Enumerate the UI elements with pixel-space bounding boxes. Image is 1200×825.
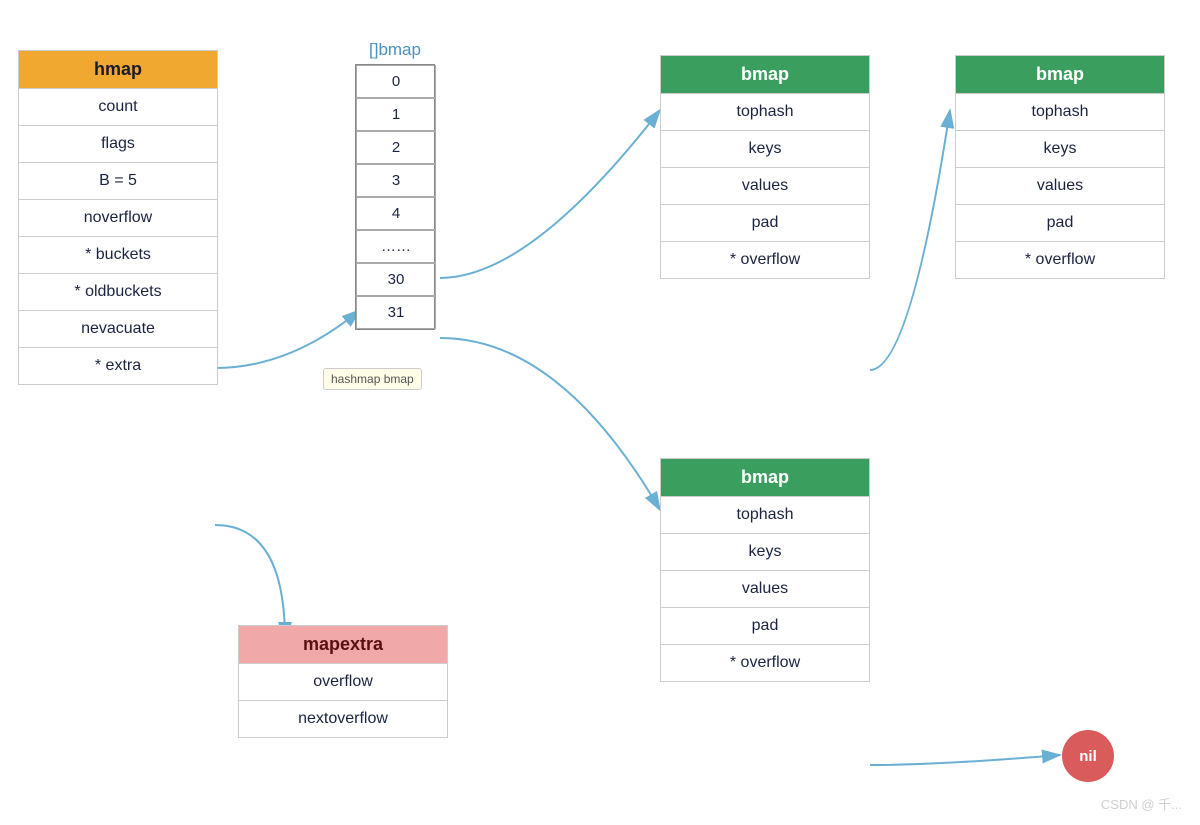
hmap-field-oldbuckets: * oldbuckets xyxy=(19,273,217,310)
hmap-field-extra: * extra xyxy=(19,347,217,384)
bmap1-keys: keys xyxy=(661,130,869,167)
array-row-0: 0 xyxy=(356,65,436,98)
bmap1-box: bmap tophash keys values pad * overflow xyxy=(660,55,870,279)
bmap1-values: values xyxy=(661,167,869,204)
mapextra-overflow: overflow xyxy=(239,663,447,700)
diagram-container: hmap count flags B = 5 noverflow * bucke… xyxy=(0,0,1200,825)
bmap3-tophash: tophash xyxy=(661,496,869,533)
bmap3-values: values xyxy=(661,570,869,607)
array-row-1: 1 xyxy=(356,98,436,131)
bmap2-keys: keys xyxy=(956,130,1164,167)
watermark: CSDN @ 千... xyxy=(1101,794,1182,813)
bmap-array-container: []bmap 0 1 2 3 4 …… 30 31 xyxy=(355,40,435,330)
bmap3-header: bmap xyxy=(661,459,869,496)
bmap3-overflow: * overflow xyxy=(661,644,869,681)
mapextra-nextoverflow: nextoverflow xyxy=(239,700,447,737)
bmap2-overflow: * overflow xyxy=(956,241,1164,278)
hmap-field-flags: flags xyxy=(19,125,217,162)
bmap3-pad: pad xyxy=(661,607,869,644)
hmap-box: hmap count flags B = 5 noverflow * bucke… xyxy=(18,50,218,385)
bmap1-header: bmap xyxy=(661,56,869,93)
bmap2-values: values xyxy=(956,167,1164,204)
tooltip-box: hashmap bmap xyxy=(323,368,422,390)
array-row-2: 2 xyxy=(356,131,436,164)
hmap-field-buckets: * buckets xyxy=(19,236,217,273)
bmap1-tophash: tophash xyxy=(661,93,869,130)
bmap-array-title: []bmap xyxy=(355,40,435,60)
mapextra-header: mapextra xyxy=(239,626,447,663)
bmap1-pad: pad xyxy=(661,204,869,241)
array-row-30: 30 xyxy=(356,263,436,296)
bmap3-box: bmap tophash keys values pad * overflow xyxy=(660,458,870,682)
bmap2-pad: pad xyxy=(956,204,1164,241)
nil-label: nil xyxy=(1079,748,1097,765)
bmap3-keys: keys xyxy=(661,533,869,570)
nil-circle: nil xyxy=(1062,730,1114,782)
hmap-field-b: B = 5 xyxy=(19,162,217,199)
array-row-dots: …… xyxy=(356,230,436,263)
array-row-3: 3 xyxy=(356,164,436,197)
array-row-31: 31 xyxy=(356,296,436,329)
bmap-array-box: 0 1 2 3 4 …… 30 31 xyxy=(355,64,435,330)
bmap2-header: bmap xyxy=(956,56,1164,93)
array-row-4: 4 xyxy=(356,197,436,230)
hmap-field-count: count xyxy=(19,88,217,125)
bmap2-box: bmap tophash keys values pad * overflow xyxy=(955,55,1165,279)
hmap-field-noverflow: noverflow xyxy=(19,199,217,236)
bmap1-overflow: * overflow xyxy=(661,241,869,278)
bmap2-tophash: tophash xyxy=(956,93,1164,130)
mapextra-box: mapextra overflow nextoverflow xyxy=(238,625,448,738)
hmap-field-nevacuate: nevacuate xyxy=(19,310,217,347)
hmap-header: hmap xyxy=(19,51,217,88)
